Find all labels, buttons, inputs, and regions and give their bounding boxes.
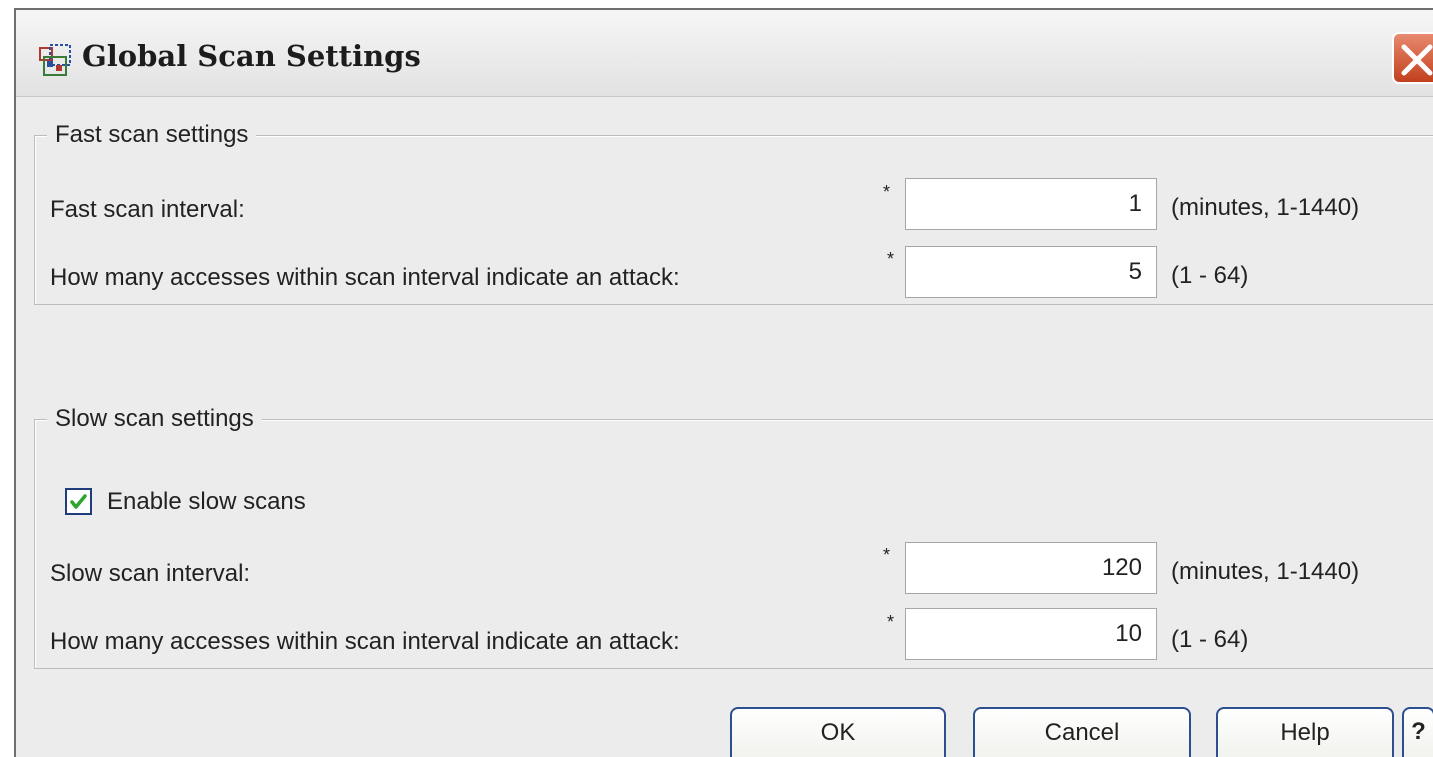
fast-scan-accesses-input[interactable] [905,246,1157,298]
slow-scan-accesses-unit: (1 - 64) [1171,626,1249,653]
fast-scan-accesses-unit: (1 - 64) [1171,262,1249,289]
enable-slow-scans-checkbox[interactable] [65,488,92,515]
required-marker: * [883,182,891,202]
global-scan-settings-dialog: Global Scan Settings Fast scan settings … [14,8,1433,757]
help-button[interactable]: Help [1216,707,1394,757]
slow-scan-accesses-input[interactable] [905,608,1157,660]
title-bar[interactable]: Global Scan Settings [16,10,1433,97]
required-marker: * [887,249,895,269]
context-help-button[interactable]: ? [1402,707,1433,757]
ok-button[interactable]: OK [730,707,946,757]
fast-scan-interval-unit: (minutes, 1-1440) [1171,194,1360,221]
slow-scan-interval-unit: (minutes, 1-1440) [1171,558,1360,585]
settings-grid-icon [38,43,72,77]
window-title: Global Scan Settings [82,39,421,73]
slow-scan-interval-input[interactable] [905,542,1157,594]
fast-scan-interval-input[interactable] [905,178,1157,230]
fast-scan-accesses-label: How many accesses within scan interval i… [50,264,680,291]
fast-scan-interval-label: Fast scan interval: [50,196,245,223]
slow-scan-interval-label: Slow scan interval: [50,560,251,587]
cancel-button[interactable]: Cancel [973,707,1191,757]
slow-scan-settings-legend: Slow scan settings [47,405,262,433]
fast-scan-settings-legend: Fast scan settings [47,121,257,149]
required-marker: * [887,612,895,632]
slow-scan-settings-group: Slow scan settings Enable slow scans Slo… [34,405,1433,669]
required-marker: * [883,545,891,565]
enable-slow-scans-label[interactable]: Enable slow scans [107,488,306,516]
close-button[interactable] [1392,32,1433,84]
slow-scan-accesses-label: How many accesses within scan interval i… [50,628,680,655]
fast-scan-settings-group: Fast scan settings Fast scan interval: *… [34,121,1433,305]
